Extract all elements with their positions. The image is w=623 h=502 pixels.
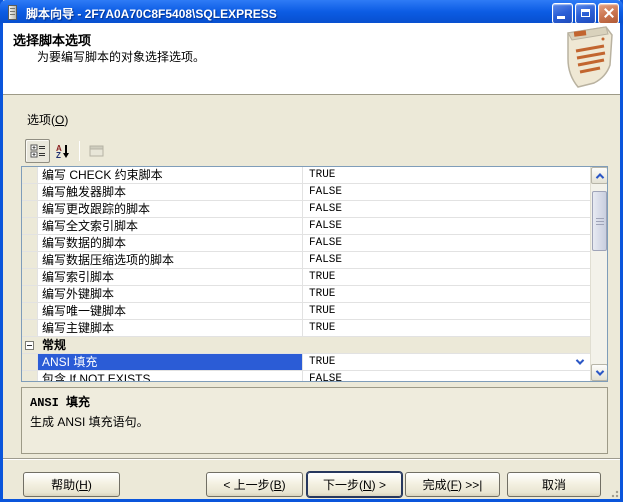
close-icon — [603, 7, 615, 19]
property-row[interactable]: 编写主键脚本TRUE — [22, 320, 590, 337]
row-margin — [22, 303, 38, 319]
maximize-button[interactable] — [575, 3, 596, 24]
toolbar-separator — [79, 141, 80, 161]
window-title: 脚本向导 - 2F7A0A70C8F5408\SQLEXPRESS — [26, 5, 550, 22]
property-pages-button[interactable] — [84, 139, 109, 163]
property-row[interactable]: 编写触发器脚本FALSE — [22, 184, 590, 201]
page-subtitle: 为要编写脚本的对象选择选项。 — [37, 48, 205, 65]
row-margin — [22, 320, 38, 336]
help-button[interactable]: 帮助(H) — [23, 472, 120, 497]
svg-text:Z: Z — [56, 151, 61, 159]
property-value[interactable]: FALSE — [303, 184, 590, 200]
property-name[interactable]: 编写 CHECK 约束脚本 — [38, 167, 303, 183]
next-button[interactable]: 下一步(N) > — [307, 472, 402, 497]
row-margin — [22, 235, 38, 251]
row-margin — [22, 286, 38, 302]
description-title: ANSI 填充 — [30, 393, 599, 410]
property-value[interactable]: FALSE — [303, 201, 590, 217]
server-icon — [6, 5, 22, 21]
propertygrid-toolbar: A Z — [25, 138, 109, 164]
resize-grip[interactable] — [607, 486, 619, 498]
back-button[interactable]: < 上一步(B) — [206, 472, 303, 497]
property-name[interactable]: 编写触发器脚本 — [38, 184, 303, 200]
value-dropdown-button[interactable] — [572, 355, 588, 369]
property-pages-icon — [89, 145, 104, 157]
property-name[interactable]: 编写主键脚本 — [38, 320, 303, 336]
chevron-down-icon — [595, 367, 603, 375]
property-row[interactable]: 编写数据压缩选项的脚本FALSE — [22, 252, 590, 269]
row-margin — [22, 252, 38, 268]
property-row[interactable]: ANSI 填充TRUE — [22, 354, 590, 371]
property-value[interactable]: TRUE — [303, 286, 590, 302]
options-label: 选项(O) — [27, 111, 68, 128]
property-row[interactable]: 编写数据的脚本FALSE — [22, 235, 590, 252]
property-value[interactable]: FALSE — [303, 252, 590, 268]
property-description-panel: ANSI 填充 生成 ANSI 填充语句。 — [21, 387, 608, 454]
property-row[interactable]: 编写 CHECK 约束脚本TRUE — [22, 167, 590, 184]
row-margin — [22, 269, 38, 285]
row-margin — [22, 218, 38, 234]
property-name[interactable]: 编写更改跟踪的脚本 — [38, 201, 303, 217]
maximize-icon — [581, 9, 590, 17]
property-value[interactable]: TRUE — [303, 167, 590, 183]
row-margin — [22, 167, 38, 183]
property-value[interactable]: TRUE — [303, 269, 590, 285]
property-name[interactable]: ANSI 填充 — [38, 354, 303, 370]
row-margin — [22, 201, 38, 217]
vertical-scrollbar[interactable] — [590, 167, 607, 381]
scroll-up-button[interactable] — [591, 167, 608, 184]
chevron-down-icon — [576, 356, 584, 364]
property-name[interactable]: 编写全文索引脚本 — [38, 218, 303, 234]
separator-line — [3, 458, 620, 460]
property-row[interactable]: 编写外键脚本TRUE — [22, 286, 590, 303]
script-scroll-icon — [548, 25, 618, 91]
categorized-view-icon — [30, 144, 46, 158]
property-row[interactable]: 编写唯一键脚本TRUE — [22, 303, 590, 320]
description-text: 生成 ANSI 填充语句。 — [30, 413, 599, 430]
property-value[interactable]: FALSE — [303, 235, 590, 251]
scroll-down-button[interactable] — [591, 364, 608, 381]
minimize-icon — [557, 16, 565, 19]
categorized-view-button[interactable] — [25, 139, 50, 163]
minimize-button[interactable] — [552, 3, 573, 24]
finish-button[interactable]: 完成(F) >>| — [405, 472, 500, 497]
collapse-icon[interactable] — [25, 341, 34, 350]
alphabetical-sort-button[interactable]: A Z — [50, 139, 75, 163]
wizard-header: 选择脚本选项 为要编写脚本的对象选择选项。 — [3, 23, 620, 95]
close-button[interactable] — [598, 3, 619, 24]
property-value[interactable]: FALSE — [303, 218, 590, 234]
property-value[interactable]: TRUE — [303, 320, 590, 336]
chevron-up-icon — [595, 173, 603, 181]
property-value[interactable]: TRUE — [303, 354, 590, 370]
row-margin — [22, 184, 38, 200]
property-row[interactable]: 包含 If NOT EXISTSFALSE — [22, 371, 590, 381]
az-sort-icon: A Z — [55, 144, 71, 159]
property-row[interactable]: 编写全文索引脚本FALSE — [22, 218, 590, 235]
category-row[interactable]: 常规 — [22, 337, 590, 354]
category-label[interactable]: 常规 — [38, 337, 590, 353]
cancel-button[interactable]: 取消 — [507, 472, 601, 497]
property-value[interactable]: TRUE — [303, 303, 590, 319]
property-grid: 编写 CHECK 约束脚本TRUE编写触发器脚本FALSE编写更改跟踪的脚本FA… — [21, 166, 608, 382]
property-name[interactable]: 编写索引脚本 — [38, 269, 303, 285]
row-margin — [22, 371, 38, 381]
row-margin — [22, 337, 38, 353]
property-grid-rows: 编写 CHECK 约束脚本TRUE编写触发器脚本FALSE编写更改跟踪的脚本FA… — [22, 167, 590, 381]
scrollbar-thumb[interactable] — [592, 191, 607, 251]
page-title: 选择脚本选项 — [13, 30, 91, 49]
property-value[interactable]: FALSE — [303, 371, 590, 381]
script-wizard-window: 脚本向导 - 2F7A0A70C8F5408\SQLEXPRESS 选择脚本选项… — [0, 0, 623, 502]
property-row[interactable]: 编写更改跟踪的脚本FALSE — [22, 201, 590, 218]
property-row[interactable]: 编写索引脚本TRUE — [22, 269, 590, 286]
row-margin — [22, 354, 38, 370]
property-name[interactable]: 包含 If NOT EXISTS — [38, 371, 303, 381]
property-name[interactable]: 编写数据压缩选项的脚本 — [38, 252, 303, 268]
property-name[interactable]: 编写数据的脚本 — [38, 235, 303, 251]
property-name[interactable]: 编写外键脚本 — [38, 286, 303, 302]
property-name[interactable]: 编写唯一键脚本 — [38, 303, 303, 319]
